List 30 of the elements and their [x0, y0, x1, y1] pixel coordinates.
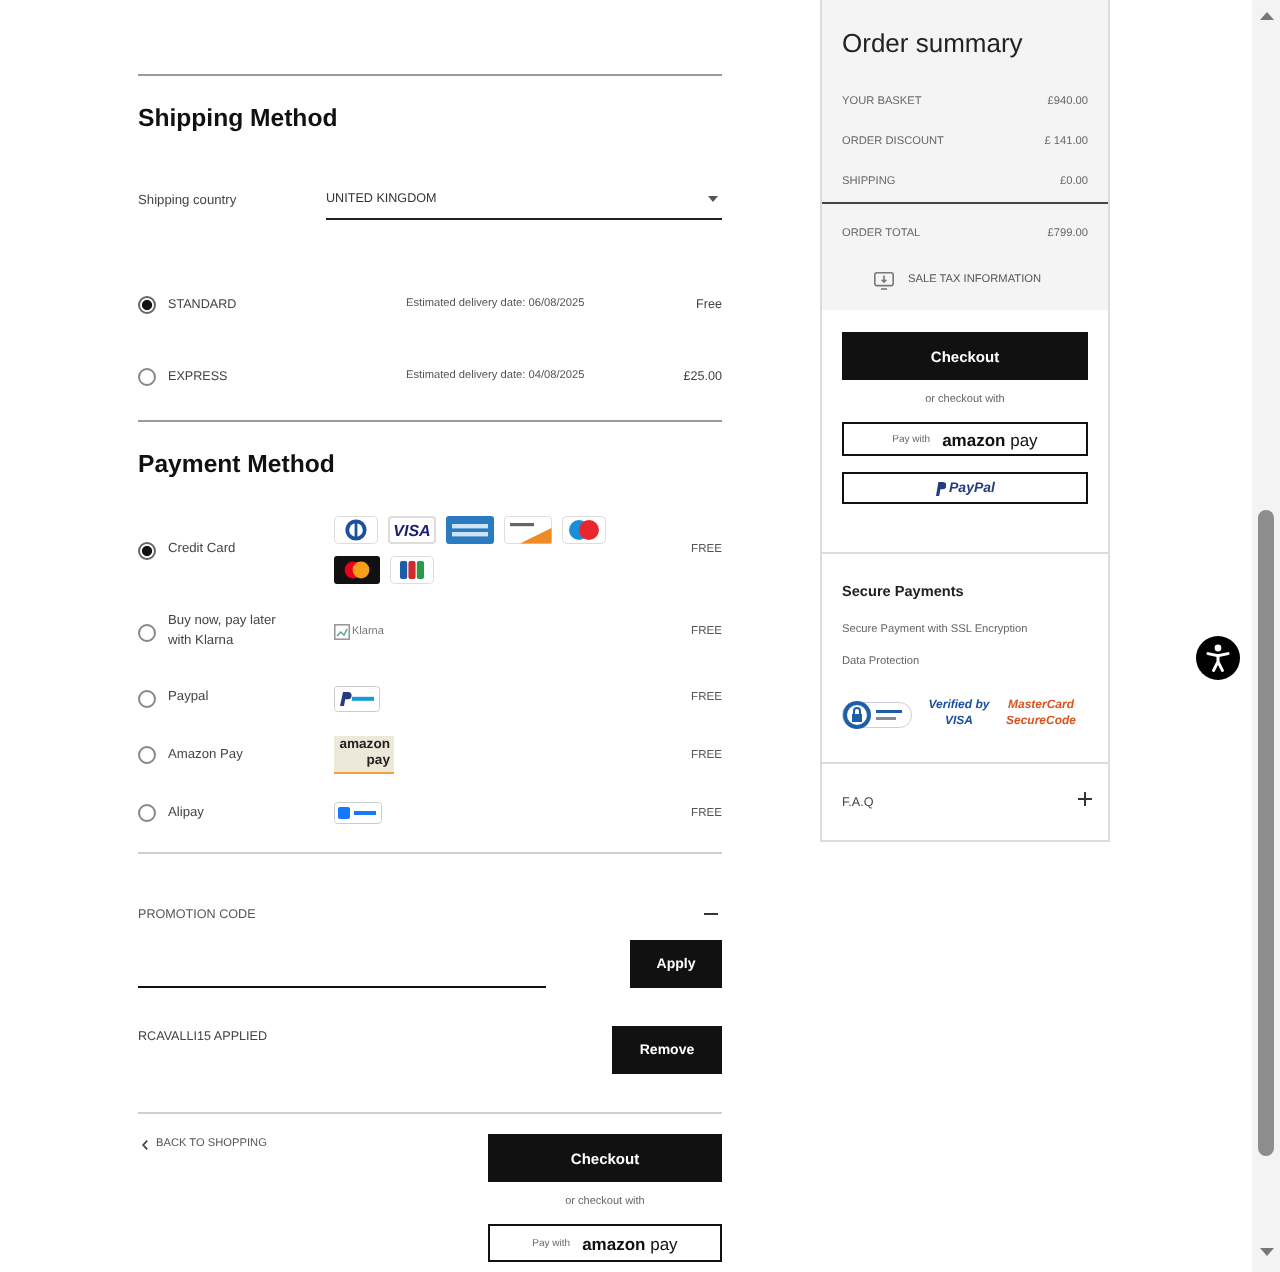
radio-button[interactable]: [138, 541, 156, 559]
radio-button[interactable]: [138, 804, 156, 822]
scrollbar-thumb[interactable]: [1258, 510, 1274, 1156]
card-brand-icon: [390, 556, 434, 584]
screen-icon: [874, 271, 894, 289]
radio-button[interactable]: [138, 689, 156, 707]
radio-button[interactable]: [138, 367, 156, 385]
card-logo: VISA: [388, 516, 436, 544]
card-brand-icon: [504, 516, 552, 544]
accessibility-button[interactable]: [1196, 636, 1240, 680]
card-brand-icon: [446, 516, 494, 544]
card-brand-icon: [562, 516, 606, 544]
payment-logo-icon: [334, 802, 382, 824]
scroll-up-icon[interactable]: [1259, 12, 1273, 20]
p-mark-icon: [935, 481, 946, 495]
summary-title: Order summary: [842, 26, 1025, 62]
broken-image-icon: [334, 624, 350, 640]
radio-button[interactable]: [138, 746, 156, 764]
card-brand-icon: [334, 556, 380, 584]
card-brand-icon: [334, 516, 378, 544]
payment-logo-icon: [334, 685, 380, 711]
chevron-left-icon: [142, 1139, 148, 1149]
section-heading: Shipping Method: [138, 102, 340, 136]
scroll-down-icon[interactable]: [1259, 1248, 1273, 1256]
security-seal-icon: [842, 700, 912, 730]
radio-button[interactable]: [138, 623, 156, 641]
radio-button[interactable]: [138, 295, 156, 313]
section-heading: Payment Method: [138, 448, 337, 482]
accessibility-icon: [1206, 644, 1230, 672]
caret-icon: [708, 196, 718, 202]
